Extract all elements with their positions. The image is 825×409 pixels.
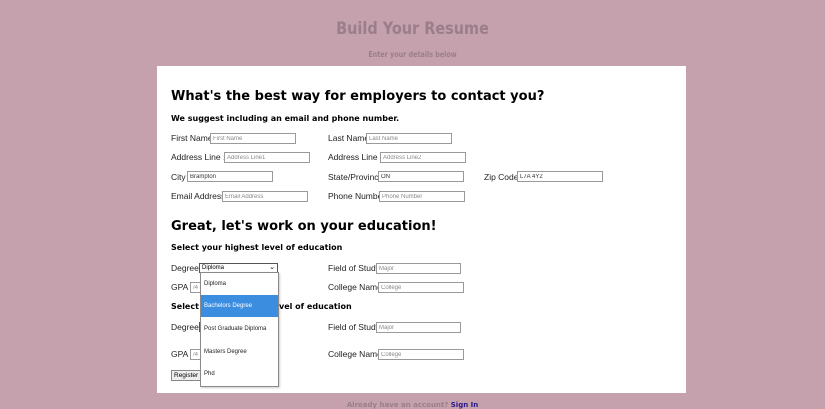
degree-dropdown-list: Diploma Bachelors Degree Post Graduate D… — [200, 272, 279, 387]
address2-label: Address Line 2 — [328, 152, 385, 162]
sign-in-link[interactable]: Sign In — [451, 401, 478, 409]
state-input[interactable] — [378, 171, 464, 182]
first-name-label: First Name — [171, 133, 213, 143]
highest-education-label: Select your highest level of education — [171, 243, 343, 252]
college-name-input[interactable] — [378, 282, 464, 293]
city-input[interactable] — [187, 171, 273, 182]
phone-label: Phone Number — [328, 191, 386, 201]
contact-subheading: We suggest including an email and phone … — [171, 114, 400, 123]
field-of-study-input-2[interactable] — [376, 322, 461, 333]
zip-input[interactable] — [517, 171, 603, 182]
city-label: City — [171, 172, 186, 182]
field-of-study-label-2: Field of Study — [328, 322, 380, 332]
gpa-label-2: GPA — [171, 349, 189, 359]
college-name-input-2[interactable] — [378, 349, 464, 360]
field-of-study-label: Field of Study — [328, 263, 380, 273]
email-label: Email Address — [171, 191, 226, 201]
degree-option-phd[interactable]: Phd — [201, 363, 278, 385]
degree-label-2: Degree — [171, 322, 199, 332]
chevron-down-icon: ⌄ — [269, 264, 275, 271]
degree-select-value: Diploma — [202, 265, 225, 271]
education-heading: Great, let's work on your education! — [171, 219, 437, 234]
first-name-input[interactable] — [210, 133, 296, 144]
footer: Already have an account? Sign In — [0, 401, 825, 409]
field-of-study-input[interactable] — [376, 263, 461, 274]
degree-option-bachelors[interactable]: Bachelors Degree — [201, 295, 278, 317]
last-name-input[interactable] — [366, 133, 452, 144]
state-label: State/Province — [328, 172, 384, 182]
address2-input[interactable] — [380, 152, 466, 163]
second-education-label: vel of education — [279, 302, 352, 311]
degree-label: Degree — [171, 263, 199, 273]
zip-label: Zip Code — [484, 172, 519, 182]
phone-input[interactable] — [379, 191, 465, 202]
email-input[interactable] — [222, 191, 308, 202]
college-name-label: College Name — [328, 282, 382, 292]
page-title: Build Your Resume — [336, 19, 489, 39]
degree-option-masters[interactable]: Masters Degree — [201, 341, 278, 363]
page-subtitle: Enter your details below — [368, 50, 457, 59]
degree-option-post-graduate[interactable]: Post Graduate Diploma — [201, 318, 278, 340]
contact-heading: What's the best way for employers to con… — [171, 89, 545, 104]
footer-text: Already have an account? — [346, 401, 449, 409]
gpa-label: GPA — [171, 282, 189, 292]
address1-label: Address Line 1 — [171, 152, 228, 162]
degree-option-diploma[interactable]: Diploma — [201, 273, 278, 295]
address1-input[interactable] — [224, 152, 310, 163]
last-name-label: Last Name — [328, 133, 370, 143]
register-button[interactable]: Register — [171, 370, 202, 381]
college-name-label-2: College Name — [328, 349, 382, 359]
